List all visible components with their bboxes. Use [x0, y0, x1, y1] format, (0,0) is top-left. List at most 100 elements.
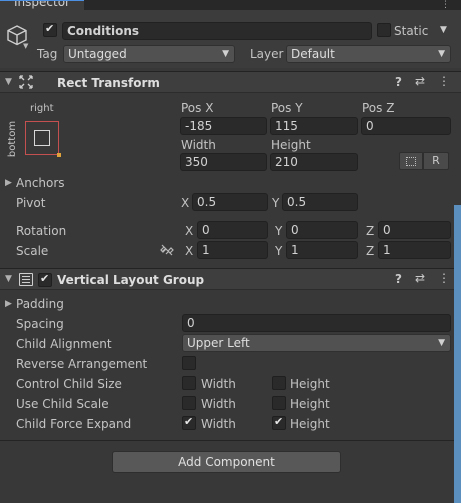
control-height-toggle[interactable]	[272, 376, 286, 390]
height-field[interactable]: 210	[270, 153, 358, 171]
child-alignment-dropdown[interactable]: Upper Left ▼	[182, 334, 451, 352]
tab-menu-icon[interactable]: ⋮	[441, 0, 461, 10]
anchors-label[interactable]: Anchors	[16, 176, 65, 190]
pos-x-field[interactable]: -185	[180, 117, 267, 135]
layout-group-icon	[19, 273, 33, 286]
control-height-label: Height	[290, 377, 330, 391]
expand-width-toggle[interactable]	[182, 415, 196, 430]
vlg-title: Vertical Layout Group	[57, 273, 205, 287]
rotation-label: Rotation	[16, 224, 67, 238]
kebab-menu-icon[interactable]: ⋮	[438, 74, 450, 88]
scale-x-field[interactable]: 1	[197, 241, 268, 259]
scale-y-label: Y	[275, 244, 283, 258]
expand-width-label: Width	[201, 417, 236, 431]
expand-height-toggle[interactable]	[272, 415, 286, 430]
spacing-field[interactable]: 0	[182, 314, 451, 332]
scale-z-label: Z	[366, 244, 375, 258]
layer-label: Layer	[250, 47, 284, 61]
raw-edit-label: R	[432, 154, 440, 167]
rect-transform-title: Rect Transform	[57, 76, 160, 90]
layer-value: Default	[291, 47, 335, 61]
scale-width-toggle[interactable]	[182, 396, 196, 410]
anchor-preset-square	[34, 130, 50, 146]
add-component-label: Add Component	[178, 455, 275, 469]
padding-foldout-icon[interactable]: ▶	[5, 299, 12, 309]
tab-inspector[interactable]: Inspector	[0, 0, 84, 10]
anchor-horizontal-label: right	[30, 103, 54, 114]
scale-label: Scale	[16, 244, 49, 258]
spacing-label: Spacing	[16, 317, 64, 331]
width-label: Width	[181, 138, 216, 152]
help-icon[interactable]: ?	[395, 75, 402, 89]
control-width-toggle[interactable]	[182, 376, 196, 390]
rot-y-label: Y	[275, 224, 283, 238]
control-width-label: Width	[201, 377, 236, 391]
pos-z-field[interactable]: 0	[361, 117, 451, 135]
tag-dropdown[interactable]: Untagged ▼	[63, 45, 235, 63]
width-field[interactable]: 350	[180, 153, 267, 171]
layout-group-icon-line	[22, 276, 30, 277]
scale-height-label: Height	[290, 397, 330, 411]
rot-x-label: X	[185, 224, 194, 238]
use-child-scale-label: Use Child Scale	[16, 397, 109, 411]
pos-z-label: Pos Z	[362, 101, 395, 115]
link-icon[interactable]	[160, 244, 174, 256]
vlg-enabled-toggle[interactable]	[38, 272, 52, 287]
preset-icon[interactable]: ⇄	[415, 74, 425, 88]
pivot-x-field[interactable]: 0.5	[192, 193, 268, 211]
layer-dropdown[interactable]: Default ▼	[286, 45, 451, 63]
scene-view-edge	[454, 205, 461, 503]
static-label: Static	[394, 24, 429, 38]
padding-label[interactable]: Padding	[16, 297, 64, 311]
pivot-x-label: X	[181, 196, 190, 210]
chevron-down-icon: ▼	[438, 49, 445, 59]
help-icon[interactable]: ?	[395, 272, 402, 286]
blueprint-mode-button[interactable]	[399, 152, 423, 170]
chevron-down-icon: ▼	[222, 49, 229, 59]
static-dropdown-icon[interactable]: ▼	[440, 25, 447, 35]
anchor-pivot-dot	[57, 153, 61, 157]
scale-z-field[interactable]: 1	[378, 241, 451, 259]
chevron-down-icon: ▼	[438, 338, 445, 348]
anchors-foldout-icon[interactable]: ▶	[5, 178, 12, 188]
rot-x-field[interactable]: 0	[197, 221, 268, 239]
child-alignment-label: Child Alignment	[16, 337, 112, 351]
rot-z-label: Z	[366, 224, 375, 238]
rect-transform-icon	[19, 75, 33, 89]
section-divider	[0, 440, 461, 441]
collapse-arrow-icon[interactable]: ▼	[5, 274, 12, 284]
tag-value: Untagged	[68, 47, 127, 61]
layout-group-icon-line	[22, 279, 30, 280]
scale-x-label: X	[185, 244, 194, 258]
expand-height-label: Height	[290, 417, 330, 431]
layout-group-icon-line	[22, 282, 30, 283]
rot-y-field[interactable]: 0	[286, 221, 358, 239]
add-component-button[interactable]: Add Component	[112, 451, 341, 473]
scale-height-toggle[interactable]	[272, 396, 286, 410]
reverse-arrangement-toggle[interactable]	[182, 356, 196, 370]
static-toggle[interactable]	[377, 23, 391, 37]
reverse-arrangement-label: Reverse Arrangement	[16, 357, 148, 371]
pivot-y-label: Y	[272, 196, 280, 210]
tab-inspector-label: Inspector	[14, 0, 70, 9]
pos-y-field[interactable]: 115	[270, 117, 358, 135]
rot-z-field[interactable]: 0	[378, 221, 451, 239]
raw-edit-button[interactable]: R	[423, 152, 449, 170]
anchor-preset-button[interactable]	[25, 121, 61, 157]
child-force-expand-label: Child Force Expand	[16, 417, 132, 431]
scale-y-field[interactable]: 1	[286, 241, 358, 259]
pivot-y-field[interactable]: 0.5	[282, 193, 358, 211]
name-field[interactable]: Conditions	[62, 22, 372, 40]
collapse-arrow-icon[interactable]: ▼	[5, 77, 12, 87]
anchor-vertical-label: bottom	[7, 120, 19, 158]
pos-y-label: Pos Y	[271, 101, 303, 115]
kebab-menu-icon[interactable]: ⋮	[438, 271, 450, 285]
control-child-size-label: Control Child Size	[16, 377, 122, 391]
blueprint-icon	[406, 157, 416, 166]
active-toggle[interactable]	[43, 22, 57, 37]
tag-label: Tag	[37, 47, 58, 61]
preset-icon[interactable]: ⇄	[415, 271, 425, 285]
cube-dropdown-icon[interactable]: ▼	[23, 42, 28, 50]
height-label: Height	[271, 138, 311, 152]
child-alignment-value: Upper Left	[187, 336, 250, 350]
